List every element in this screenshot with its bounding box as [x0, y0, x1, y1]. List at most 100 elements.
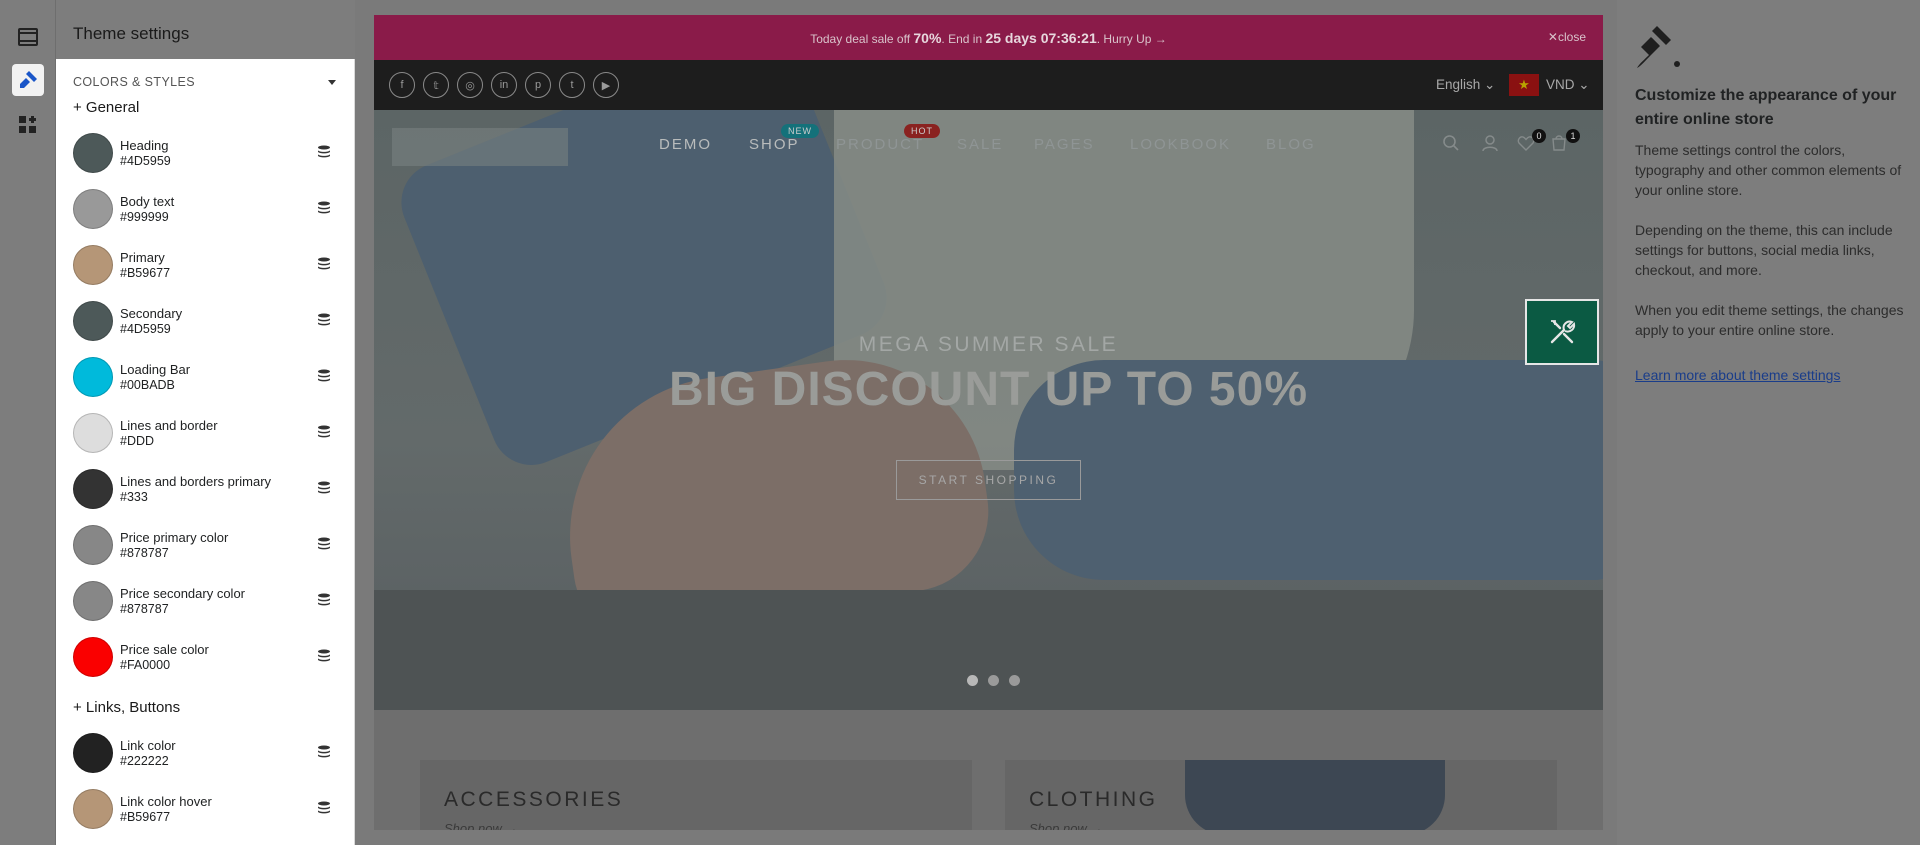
facebook-icon[interactable]: f	[389, 72, 415, 98]
cart-count: 1	[1566, 129, 1580, 143]
nav-item-shop[interactable]: SHOP	[749, 136, 800, 153]
dynamic-source-icon[interactable]	[317, 313, 331, 328]
color-setting-row[interactable]: Price sale color #FA0000	[73, 635, 338, 679]
color-swatch[interactable]	[73, 637, 113, 677]
announcement-bar: Today deal sale off 70%. End in 25 days …	[374, 15, 1603, 60]
dynamic-source-icon[interactable]	[317, 593, 331, 608]
dynamic-source-icon[interactable]	[317, 537, 331, 552]
nav-item-pages[interactable]: PAGES	[1034, 136, 1095, 153]
sections-icon[interactable]	[12, 21, 44, 53]
dynamic-source-icon[interactable]	[317, 801, 331, 816]
color-setting-row[interactable]: Price primary color #878787	[73, 523, 338, 567]
instagram-icon[interactable]: ◎	[457, 72, 483, 98]
color-setting-row[interactable]: Link color #222222	[73, 731, 338, 775]
nav-item-blog[interactable]: BLOG	[1266, 136, 1316, 153]
youtube-icon[interactable]: ▶	[593, 72, 619, 98]
color-setting-row[interactable]: Price secondary color #878787	[73, 579, 338, 623]
account-icon[interactable]	[1481, 134, 1499, 152]
color-hex: #FA0000	[120, 658, 171, 672]
color-swatch[interactable]	[73, 189, 113, 229]
icon-rail	[0, 0, 56, 845]
color-setting-row[interactable]: Body text #999999	[73, 187, 338, 231]
shop-now-link[interactable]: Shop now →	[444, 821, 518, 830]
nav-item-product[interactable]: PRODUCT	[836, 136, 924, 153]
pinterest-icon[interactable]: p	[525, 72, 551, 98]
color-label: Lines and border	[120, 418, 218, 433]
color-setting-row[interactable]: Heading #4D5959	[73, 131, 338, 175]
slider-dot[interactable]	[1009, 675, 1020, 686]
color-hex: #B59677	[120, 266, 171, 280]
customize-tools-button[interactable]	[1525, 299, 1599, 365]
search-icon[interactable]	[1442, 134, 1460, 152]
dynamic-source-icon[interactable]	[317, 145, 331, 160]
theme-settings-icon[interactable]	[12, 64, 44, 96]
color-setting-row[interactable]: Link color hover #B59677	[73, 787, 338, 831]
color-label: Primary	[120, 250, 165, 265]
dynamic-source-icon[interactable]	[317, 745, 331, 760]
category-card[interactable]: ACCESSORIES Shop now →	[420, 760, 972, 830]
nav-item-sale[interactable]: SALE	[957, 136, 1003, 153]
dynamic-source-icon[interactable]	[317, 257, 331, 272]
dynamic-source-icon[interactable]	[317, 201, 331, 216]
learn-more-link[interactable]: Learn more about theme settings	[1635, 367, 1840, 383]
hero-image-part	[374, 590, 1603, 710]
nav-item-demo[interactable]: DEMO	[659, 136, 712, 153]
color-hex: #B59677	[120, 810, 171, 824]
store-logo[interactable]	[392, 128, 568, 166]
color-swatch[interactable]	[73, 789, 113, 829]
start-shopping-button[interactable]: START SHOPPING	[896, 460, 1081, 500]
hero-subtitle: MEGA SUMMER SALE	[858, 333, 1119, 356]
dynamic-source-icon[interactable]	[317, 649, 331, 664]
storefront-preview: Today deal sale off 70%. End in 25 days …	[374, 15, 1603, 830]
group-toggle[interactable]: + General	[73, 99, 139, 116]
dynamic-source-icon[interactable]	[317, 481, 331, 496]
color-swatch[interactable]	[73, 581, 113, 621]
slider-dot[interactable]	[988, 675, 999, 686]
color-label: Body text	[120, 194, 175, 209]
color-hex: #333	[120, 490, 148, 504]
language-selector[interactable]: English ⌄	[1436, 77, 1495, 93]
color-swatch[interactable]	[73, 357, 113, 397]
color-hex: #878787	[120, 602, 169, 616]
hero-title: BIG DISCOUNT UP TO 50%	[668, 363, 1308, 416]
page-title: Theme settings	[73, 24, 190, 43]
color-swatch[interactable]	[73, 733, 113, 773]
color-label: Link color hover	[120, 794, 212, 809]
color-hex: #4D5959	[120, 322, 171, 336]
color-swatch[interactable]	[73, 525, 113, 565]
color-label: Price sale color	[120, 642, 209, 657]
tumblr-icon[interactable]: t	[559, 72, 585, 98]
color-swatch[interactable]	[73, 413, 113, 453]
announcement-close-button[interactable]: ✕close	[1548, 30, 1586, 44]
category-card[interactable]: CLOTHING Shop now →	[1005, 760, 1557, 830]
apps-icon[interactable]	[12, 109, 44, 141]
nav-item-lookbook[interactable]: LOOKBOOK	[1130, 136, 1231, 153]
shop-now-link[interactable]: Shop now →	[1029, 821, 1103, 830]
color-swatch[interactable]	[73, 301, 113, 341]
color-swatch[interactable]	[73, 469, 113, 509]
color-setting-row[interactable]: Primary #B59677	[73, 243, 338, 287]
color-label: Heading	[120, 138, 169, 153]
color-hex: #878787	[120, 546, 169, 560]
color-setting-row[interactable]: Secondary #4D5959	[73, 299, 338, 343]
dynamic-source-icon[interactable]	[317, 425, 331, 440]
dynamic-source-icon[interactable]	[317, 369, 331, 384]
color-hex: #999999	[120, 210, 169, 224]
currency-selector[interactable]: VND ⌄	[1546, 77, 1590, 93]
announcement-suffix[interactable]: . Hurry Up →	[1097, 32, 1167, 46]
color-setting-row[interactable]: Lines and borders primary #333	[73, 467, 338, 511]
colors-styles-section-toggle[interactable]: COLORS & STYLES	[73, 72, 338, 92]
color-label: Price primary color	[120, 530, 229, 545]
color-setting-row[interactable]: Lines and border #DDD	[73, 411, 338, 455]
announcement-percent: 70%	[913, 30, 942, 46]
countdown: 25 days 07:36:21	[985, 30, 1097, 46]
slider-dot[interactable]	[967, 675, 978, 686]
linkedin-icon[interactable]: in	[491, 72, 517, 98]
twitter-icon[interactable]: 𝕥	[423, 72, 449, 98]
group-toggle[interactable]: + Links, Buttons	[73, 699, 180, 716]
color-label: Price secondary color	[120, 586, 245, 601]
color-swatch[interactable]	[73, 133, 113, 173]
color-swatch[interactable]	[73, 245, 113, 285]
color-setting-row[interactable]: Loading Bar #00BADB	[73, 355, 338, 399]
color-hex: #00BADB	[120, 378, 175, 392]
